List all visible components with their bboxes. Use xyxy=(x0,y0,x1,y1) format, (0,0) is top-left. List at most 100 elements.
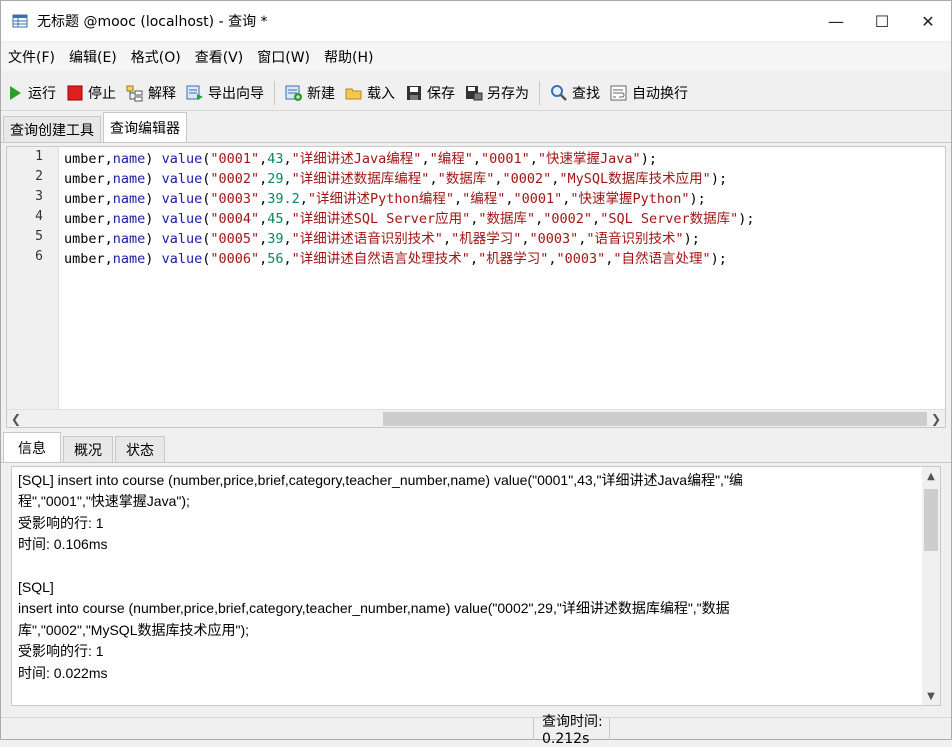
maximize-button[interactable]: ☐ xyxy=(859,1,905,41)
stop-button[interactable]: 停止 xyxy=(61,78,121,108)
menu-edit[interactable]: 编辑(E) xyxy=(62,47,124,67)
code-token: 45 xyxy=(267,211,284,227)
scroll-right-icon[interactable]: ❯ xyxy=(927,410,945,427)
line-number: 6 xyxy=(35,249,43,264)
run-label: 运行 xyxy=(28,85,56,102)
code-token: name xyxy=(112,151,146,167)
code-token: , xyxy=(529,151,538,167)
maximize-icon: ☐ xyxy=(874,11,890,31)
message-line: 受影响的行: 1 xyxy=(18,514,104,531)
code-token: ) xyxy=(145,191,162,207)
vertical-scroll-thumb[interactable] xyxy=(924,489,938,551)
save-button[interactable]: 保存 xyxy=(400,78,460,108)
code-token: "0006" xyxy=(210,251,260,267)
explain-tree-icon xyxy=(126,84,144,102)
close-button[interactable]: ✕ xyxy=(905,1,951,41)
horizontal-scroll-thumb[interactable] xyxy=(383,412,927,426)
code-token: value xyxy=(161,151,203,167)
code-token: , xyxy=(472,151,481,167)
menu-view[interactable]: 查看(V) xyxy=(188,47,251,67)
editor-tabs: 查询创建工具 查询编辑器 xyxy=(1,112,951,143)
code-token: "编程" xyxy=(429,151,473,167)
code-token: ); xyxy=(710,171,728,187)
line-number: 4 xyxy=(35,209,43,224)
explain-label: 解释 xyxy=(148,85,176,102)
load-button[interactable]: 载入 xyxy=(340,78,400,108)
code-token: "0003" xyxy=(556,251,606,267)
code-token: ); xyxy=(683,231,700,247)
code-token: "0003" xyxy=(529,231,579,247)
menu-help[interactable]: 帮助(H) xyxy=(317,47,380,67)
save-disk-icon xyxy=(405,84,423,102)
scroll-left-icon[interactable]: ❮ xyxy=(7,410,25,427)
tab-messages[interactable]: 信息 xyxy=(3,432,61,462)
code-token: , xyxy=(442,231,452,247)
tab-status[interactable]: 状态 xyxy=(115,436,165,462)
message-line: 程","0001","快速掌握Java"); xyxy=(18,493,190,510)
word-wrap-icon xyxy=(610,84,628,102)
code-token: "0002" xyxy=(543,211,593,227)
export-wizard-button[interactable]: 导出向导 xyxy=(181,78,269,108)
tab-query-builder[interactable]: 查询创建工具 xyxy=(3,116,101,142)
code-token: umber, xyxy=(64,211,113,227)
scroll-up-icon[interactable]: ▲ xyxy=(922,467,940,485)
save-as-button[interactable]: 另存为 xyxy=(460,78,534,108)
code-token: "SQL Server数据库" xyxy=(600,211,739,227)
code-token: "MySQL数据库技术应用" xyxy=(559,171,711,187)
code-token: ); xyxy=(710,251,727,267)
code-token: umber, xyxy=(64,231,113,247)
explain-button[interactable]: 解释 xyxy=(121,78,181,108)
code-token: , xyxy=(283,231,292,247)
code-line: umber,name) value("0003",39.2,"详细讲述Pytho… xyxy=(64,189,706,209)
code-token: "0001" xyxy=(513,191,563,207)
close-icon: ✕ xyxy=(921,11,935,31)
horizontal-scrollbar[interactable]: ❮ ❯ xyxy=(7,409,945,427)
message-line: 时间: 0.022ms xyxy=(18,664,108,681)
tab-query-editor[interactable]: 查询编辑器 xyxy=(103,112,187,142)
code-token: "详细讲述Python编程" xyxy=(307,191,454,207)
code-token: "0005" xyxy=(210,231,260,247)
find-label: 查找 xyxy=(572,85,600,102)
code-token: name xyxy=(112,211,146,227)
sql-editor[interactable]: 123456 umber,name) value("0001",43,"详细讲述… xyxy=(6,146,946,428)
status-cell-empty xyxy=(1,718,531,740)
code-area[interactable]: umber,name) value("0001",43,"详细讲述Java编程"… xyxy=(60,147,945,409)
new-query-button[interactable]: 新建 xyxy=(280,78,340,108)
code-token: "快速掌握Java" xyxy=(537,151,641,167)
scroll-down-icon[interactable]: ▼ xyxy=(922,687,940,705)
code-line: umber,name) value("0002",29,"详细讲述数据库编程",… xyxy=(64,169,727,189)
code-token: value xyxy=(161,191,203,207)
code-token: umber, xyxy=(64,151,113,167)
status-bar: 查询时间: 0.212s xyxy=(1,714,951,747)
code-token: , xyxy=(283,251,292,267)
code-token: "机器学习" xyxy=(451,231,522,247)
menu-window[interactable]: 窗口(W) xyxy=(250,47,317,67)
code-token: "0004" xyxy=(210,211,260,227)
message-line: 库","0002","MySQL数据库技术应用"); xyxy=(18,621,249,638)
code-token: umber, xyxy=(64,251,113,267)
code-token: "0003" xyxy=(210,191,260,207)
stop-label: 停止 xyxy=(88,85,116,102)
tab-profile[interactable]: 概况 xyxy=(63,436,113,462)
line-number-gutter: 1 2 3 4 5 6 xyxy=(7,147,59,409)
message-panel[interactable]: [SQL] insert into course (number,price,b… xyxy=(11,466,941,706)
code-token: 39 xyxy=(267,231,284,247)
message-line: 受影响的行: 1 xyxy=(18,643,104,660)
table-app-icon xyxy=(11,12,29,30)
menu-file[interactable]: 文件(F) xyxy=(1,47,62,67)
minimize-button[interactable]: — xyxy=(813,1,859,41)
find-button[interactable]: 查找 xyxy=(545,78,605,108)
menu-format[interactable]: 格式(O) xyxy=(124,47,188,67)
code-token: value xyxy=(161,171,203,187)
run-button[interactable]: 运行 xyxy=(1,78,61,108)
message-line: [SQL] insert into course (number,price,b… xyxy=(18,472,743,488)
code-token: "详细讲述Java编程" xyxy=(291,151,422,167)
code-token: ) xyxy=(145,171,162,187)
vertical-scrollbar[interactable]: ▲ ▼ xyxy=(922,467,940,705)
save-as-icon xyxy=(465,84,483,102)
word-wrap-button[interactable]: 自动换行 xyxy=(605,78,693,108)
code-line: umber,name) value("0001",43,"详细讲述Java编程"… xyxy=(64,149,657,169)
code-token: "详细讲述自然语言处理技术" xyxy=(291,251,470,267)
toolbar-divider xyxy=(539,80,540,105)
folder-icon xyxy=(345,84,363,102)
